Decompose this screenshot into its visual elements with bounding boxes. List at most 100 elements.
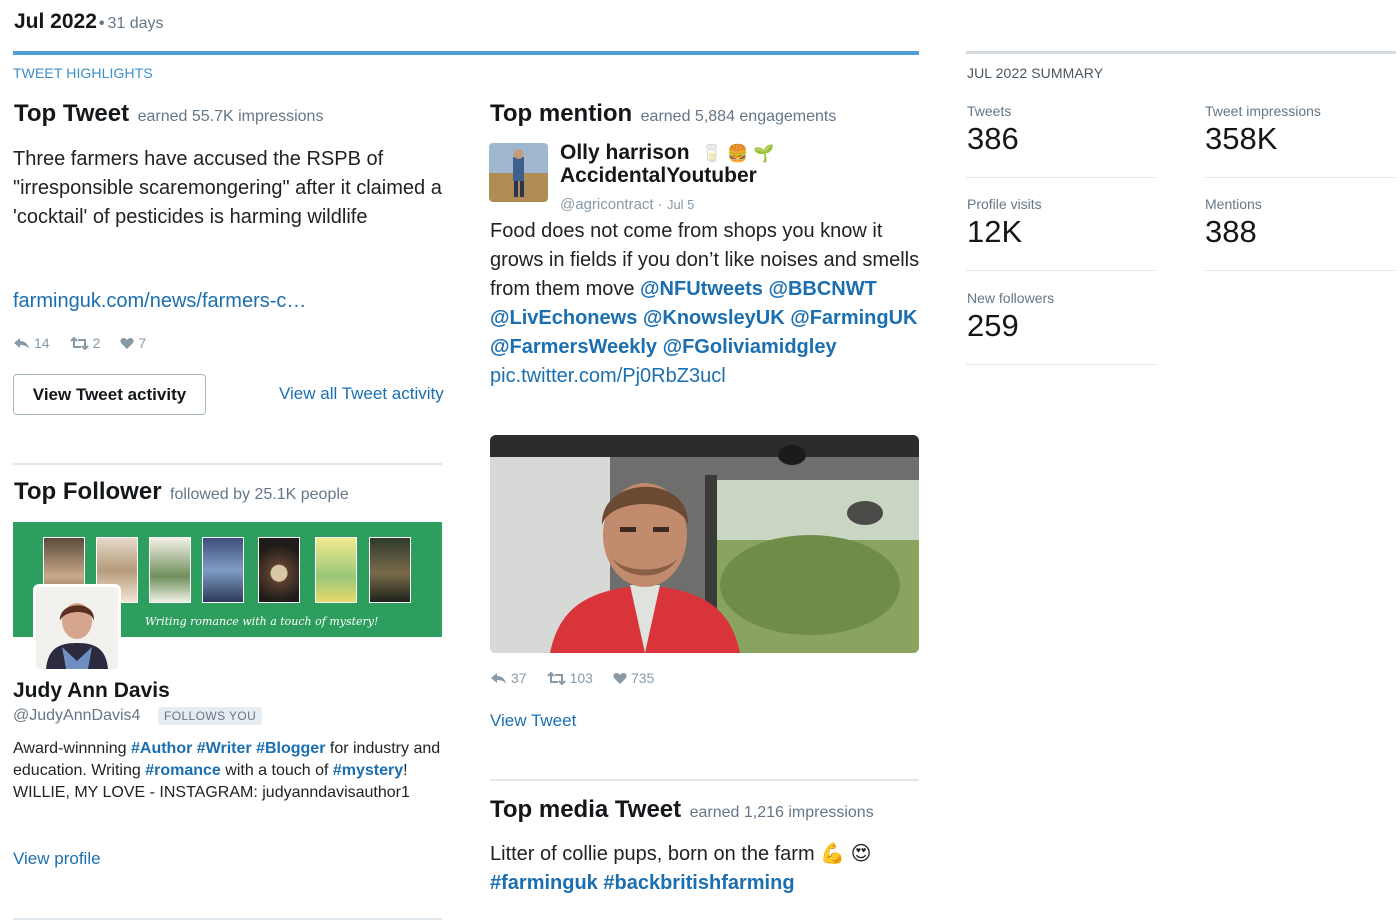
- divider: [13, 463, 442, 465]
- top-tweet-text: Three farmers have accused the RSPB of "…: [13, 148, 442, 228]
- top-tweet-subtitle: earned 55.7K impressions: [137, 108, 324, 125]
- period-month: Jul 2022: [14, 10, 97, 33]
- follows-you-badge: FOLLOWS YOU: [158, 707, 263, 725]
- follower-avatar[interactable]: [33, 584, 121, 672]
- top-media-body: Litter of collie pups, born on the farm: [490, 843, 821, 865]
- hashtag-writer[interactable]: #Writer: [197, 740, 252, 757]
- hashtag-farminguk[interactable]: #farminguk: [490, 872, 598, 894]
- like-stat: 735: [613, 670, 654, 686]
- summary-new-followers-label: New followers: [967, 290, 1055, 306]
- mention-farminguk[interactable]: @FarmingUK: [790, 307, 917, 329]
- pic-link[interactable]: pic.twitter.com/Pj0RbZ3ucl: [490, 365, 726, 387]
- mention-farmersweekly[interactable]: @FarmersWeekly: [490, 336, 657, 358]
- top-mention-title: Top mention: [490, 100, 633, 127]
- mention-fgoliviamidgley[interactable]: @FGoliviamidgley: [663, 336, 837, 358]
- mention-display-name[interactable]: Olly harrison 🥛 🍔 🌱 AccidentalYoutuber: [560, 142, 800, 187]
- mention-likes: 735: [630, 670, 655, 686]
- top-tweet-heading: Top Tweet earned 55.7K impressions: [14, 100, 323, 128]
- summary-divider: [1205, 177, 1396, 178]
- top-tweet-link[interactable]: farminguk.com/news/farmers-c…: [13, 290, 306, 313]
- summary-divider-bar: [966, 51, 1396, 54]
- hashtag-author[interactable]: #Author: [131, 740, 192, 757]
- top-tweet-replies: 14: [34, 335, 50, 351]
- period-header: Jul 2022 • 31 days: [14, 10, 164, 34]
- hashtag-mystery[interactable]: #mystery: [333, 762, 403, 779]
- summary-impressions-value: 358K: [1205, 121, 1278, 156]
- retweet-stat: 103: [546, 670, 593, 686]
- like-stat: 7: [120, 335, 146, 351]
- top-mention-heading: Top mention earned 5,884 engagements: [490, 100, 836, 128]
- top-follower-subtitle: followed by 25.1K people: [170, 486, 349, 503]
- summary-new-followers: New followers 259: [967, 290, 1157, 344]
- follower-name[interactable]: Judy Ann Davis: [13, 679, 170, 703]
- top-tweet-likes: 7: [138, 335, 147, 351]
- hashtag-romance[interactable]: #romance: [145, 762, 221, 779]
- period-separator: •: [98, 15, 105, 32]
- divider: [490, 779, 919, 781]
- summary-divider: [966, 364, 1156, 365]
- avatar-photo: [36, 587, 118, 669]
- summary-divider: [966, 177, 1156, 178]
- mention-stats: 37 103 735: [490, 670, 674, 686]
- summary-profile-visits-label: Profile visits: [967, 196, 1042, 212]
- divider: [13, 918, 442, 920]
- top-media-subtitle: earned 1,216 impressions: [689, 804, 874, 821]
- mention-replies: 37: [511, 670, 527, 686]
- hashtag-backbritishfarming[interactable]: #backbritishfarming: [603, 872, 794, 894]
- mention-date: Jul 5: [666, 197, 695, 212]
- top-media-emojis: 💪 😍: [820, 843, 872, 865]
- reply-stat: 37: [490, 670, 527, 686]
- mention-knowsleyuk[interactable]: @KnowsleyUK: [643, 307, 785, 329]
- retweet-icon: [546, 671, 566, 685]
- summary-tweets: Tweets 386: [967, 103, 1157, 157]
- top-tweet-retweets: 2: [92, 335, 101, 351]
- top-tweet-stats: 14 2 7: [13, 335, 166, 351]
- mention-bbcnwt[interactable]: @BBCNWT: [768, 278, 876, 300]
- reply-stat: 14: [13, 335, 50, 351]
- avatar-photo: [489, 143, 548, 202]
- book-cover-image: [369, 537, 411, 603]
- top-follower-heading: Top Follower followed by 25.1K people: [14, 478, 349, 506]
- mention-media-image[interactable]: [490, 435, 919, 653]
- mention-name-line2: AccidentalYoutuber: [560, 164, 757, 187]
- bio-text: with a touch of: [220, 762, 333, 779]
- mention-name-line1: Olly harrison: [560, 141, 690, 164]
- summary-profile-visits: Profile visits 12K: [967, 196, 1157, 250]
- hashtag-blogger[interactable]: #Blogger: [256, 740, 325, 757]
- top-media-heading: Top media Tweet earned 1,216 impressions: [490, 796, 874, 824]
- summary-impressions-label: Tweet impressions: [1205, 103, 1321, 119]
- top-follower-title: Top Follower: [14, 478, 162, 505]
- view-tweet-activity-button[interactable]: View Tweet activity: [13, 374, 206, 415]
- summary-mentions-value: 388: [1205, 214, 1257, 249]
- reply-icon: [14, 337, 29, 349]
- mention-livechonews[interactable]: @LivEchonews: [490, 307, 637, 329]
- summary-caption: JUL 2022 SUMMARY: [967, 65, 1104, 81]
- mention-name-emojis: 🥛 🍔 🌱: [701, 144, 775, 163]
- period-days: 31 days: [107, 15, 164, 32]
- tractor-cab-photo: [490, 435, 919, 653]
- summary-divider: [1205, 270, 1396, 271]
- mention-tweet-text: Food does not come from shops you know i…: [490, 217, 920, 391]
- mention-nfutweets[interactable]: @NFUtweets: [640, 278, 763, 300]
- mention-avatar[interactable]: [489, 143, 548, 202]
- view-profile-link[interactable]: View profile: [13, 849, 101, 869]
- mention-handle: @agricontract: [560, 196, 654, 213]
- summary-tweets-label: Tweets: [967, 103, 1012, 119]
- mention-retweets: 103: [569, 670, 593, 686]
- heart-icon: [613, 672, 627, 684]
- view-all-tweet-activity-link[interactable]: View all Tweet activity: [279, 384, 444, 404]
- summary-tweets-value: 386: [967, 121, 1019, 156]
- view-tweet-link[interactable]: View Tweet: [490, 711, 576, 731]
- top-mention-subtitle: earned 5,884 engagements: [640, 108, 837, 125]
- follower-bio: Award-winnning #Author #Writer #Blogger …: [13, 738, 443, 804]
- summary-divider: [966, 270, 1156, 271]
- bio-text: Award-winnning: [13, 740, 131, 757]
- top-tweet-title: Top Tweet: [14, 100, 130, 127]
- book-cover-image: [258, 537, 300, 603]
- reply-icon: [491, 672, 506, 684]
- top-media-title: Top media Tweet: [490, 796, 682, 823]
- dot-separator: ·: [657, 196, 667, 213]
- book-cover-image: [315, 537, 357, 603]
- banner-caption: Writing romance with a touch of mystery!: [145, 615, 379, 628]
- summary-mentions: Mentions 388: [1205, 196, 1395, 250]
